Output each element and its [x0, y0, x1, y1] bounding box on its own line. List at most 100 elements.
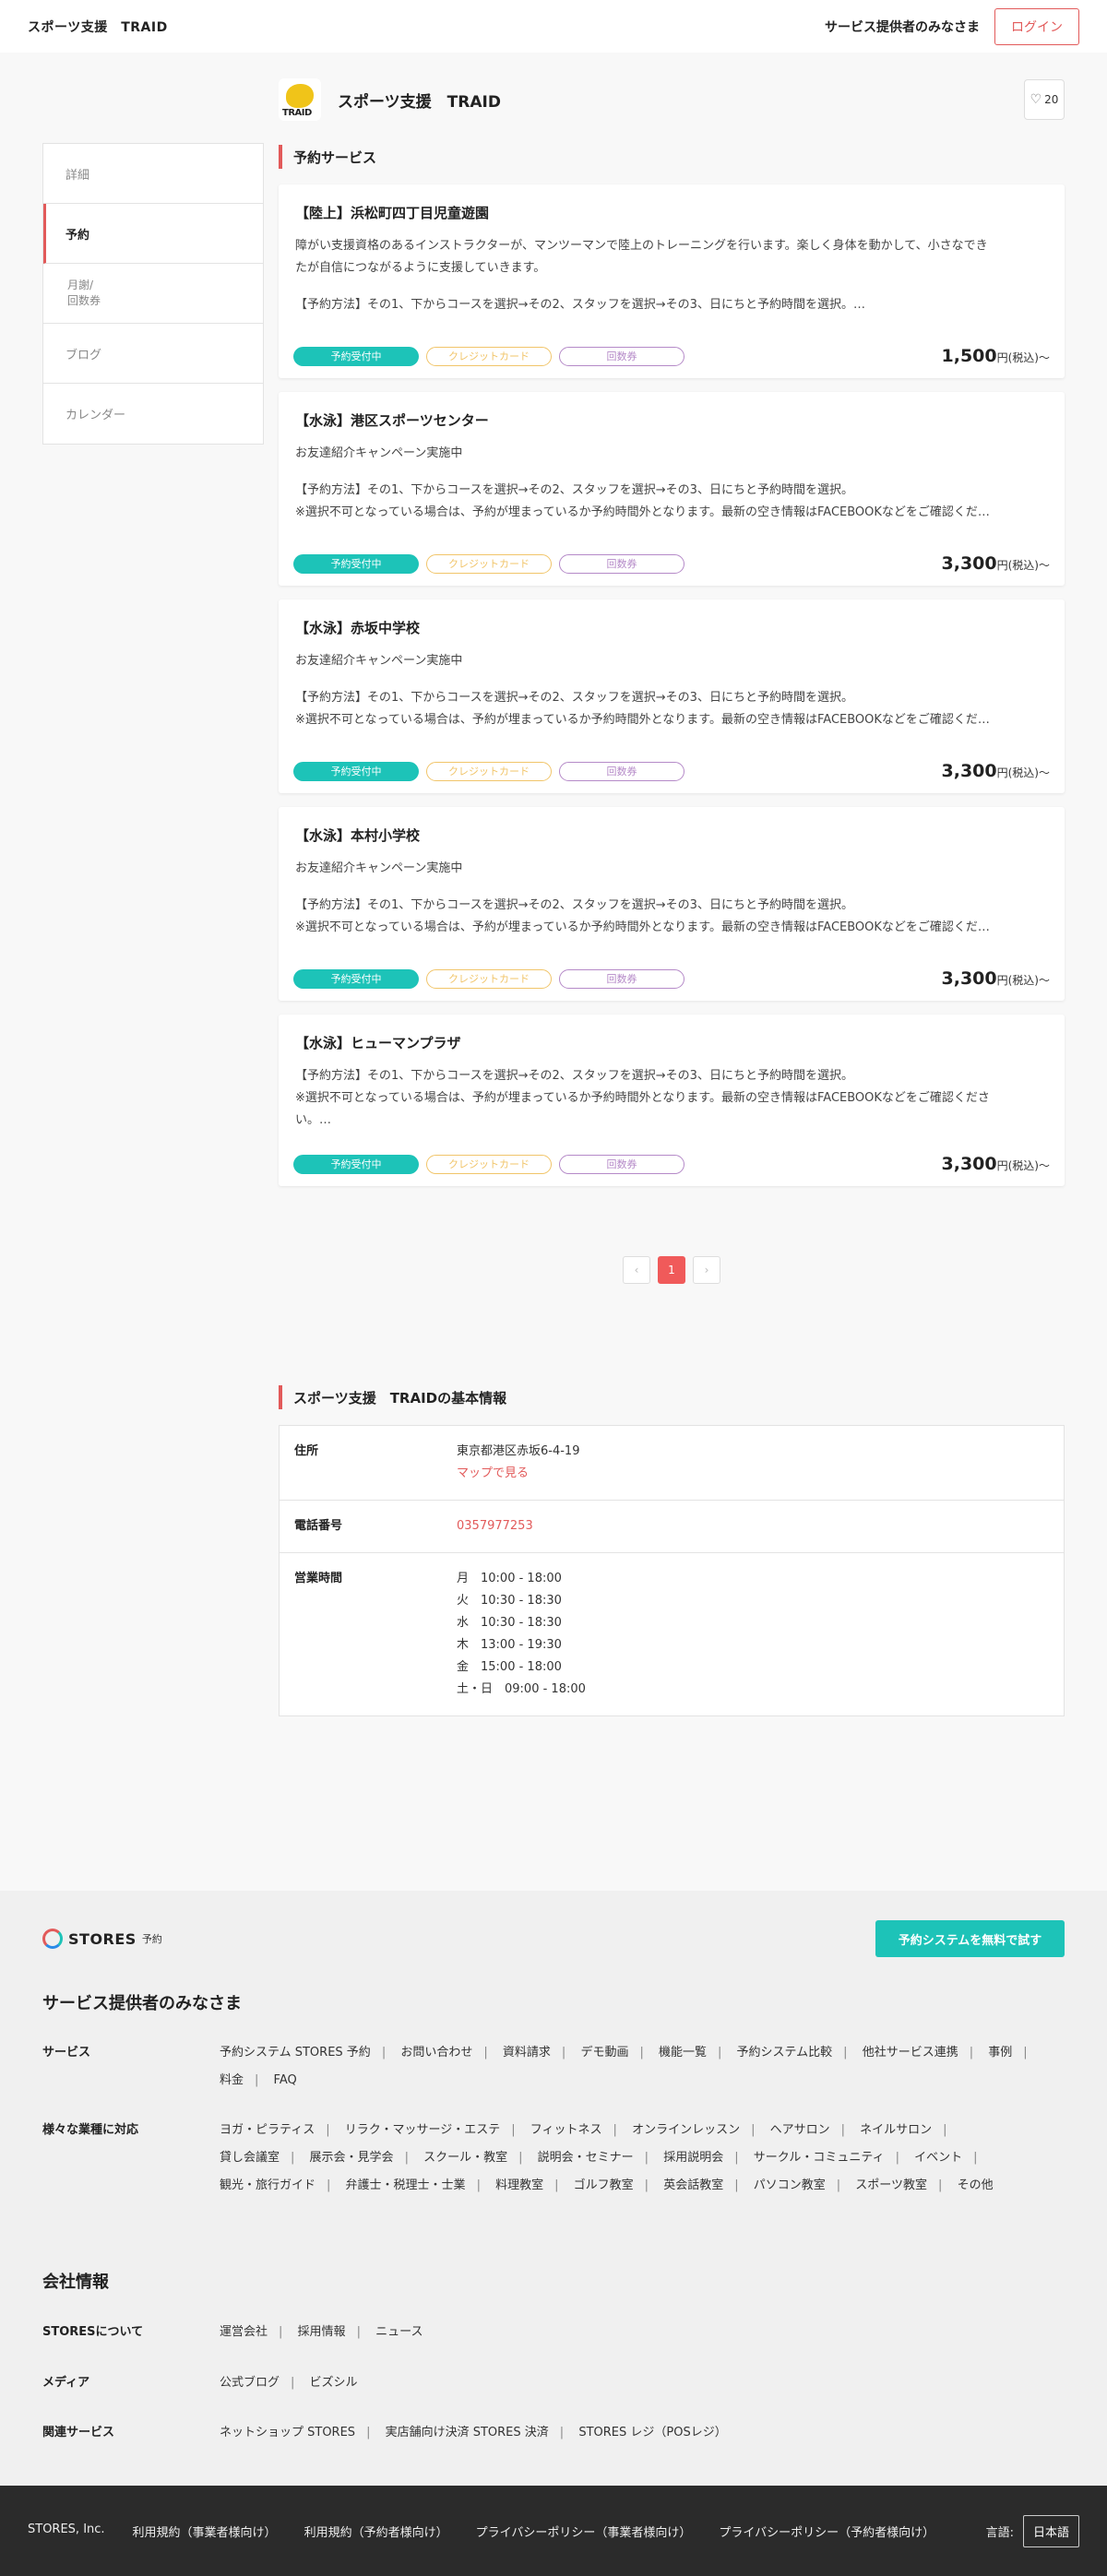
- footer-link[interactable]: 英会話教室: [663, 2178, 723, 2192]
- footer-link[interactable]: サークル・コミュニティ: [754, 2151, 885, 2165]
- service-card[interactable]: 【水泳】赤坂中学校 お友達紹介キャンペーン実施中 【予約方法】その1、下からコー…: [279, 599, 1065, 793]
- shop-logo: TRAID: [279, 78, 321, 121]
- tag-ticket: 回数券: [559, 553, 684, 574]
- stores-logo-icon: [42, 1929, 63, 1949]
- footer-link[interactable]: 展示会・見学会: [310, 2151, 394, 2165]
- current-page-button[interactable]: 1: [658, 1256, 685, 1284]
- next-page-button[interactable]: ›: [693, 1256, 720, 1284]
- footer-row-service: サービス 予約システム STORES 予約 | お問い合わせ | 資料請求 | デモ動…: [42, 2039, 1065, 2095]
- footer-link[interactable]: 実店舗向け決済 STORES 決済: [386, 2426, 549, 2439]
- header-right: サービス提供者のみなさま ログイン: [825, 7, 1079, 45]
- footer-link[interactable]: 採用情報: [298, 2325, 346, 2339]
- favorite-button[interactable]: ♡ 20: [1024, 79, 1065, 120]
- footer-link[interactable]: ゴルフ教室: [574, 2178, 634, 2192]
- side-nav: 詳細 予約 月謝/ 回数券 ブログ カレンダー: [42, 143, 264, 445]
- service-desc-line: 【予約方法】その1、下からコースを選択→その2、スタッフを選択→その3、日にちと…: [295, 691, 853, 705]
- footer-link[interactable]: スクール・教室: [423, 2151, 507, 2165]
- privacy-business-link[interactable]: プライバシーポリシー（事業者様向け）: [476, 2523, 692, 2540]
- price-value: 1,500: [941, 346, 997, 366]
- footer-link[interactable]: ヨガ・ピラティス: [220, 2123, 315, 2137]
- nav-item-blog[interactable]: ブログ: [43, 324, 263, 384]
- footer-link[interactable]: ビズシル: [310, 2376, 358, 2390]
- language-selector: 言語: 日本語: [986, 2514, 1079, 2547]
- info-value: 東京都港区赤坂6-4-19 マップで見る: [457, 1441, 1049, 1485]
- free-trial-button[interactable]: 予約システムを無料で試す: [875, 1920, 1065, 1957]
- footer-link[interactable]: フィットネス: [530, 2123, 602, 2137]
- footer-link[interactable]: パソコン教室: [754, 2178, 826, 2192]
- footer-link[interactable]: ヘアサロン: [770, 2123, 830, 2137]
- footer-link[interactable]: 資料請求: [503, 2046, 551, 2060]
- service-footer: 予約受付中 クレジットカード 回数券 1,500円(税込)〜: [293, 345, 1050, 367]
- service-price: 3,300円(税込)〜: [942, 553, 1050, 574]
- footer-links: 運営会社 | 採用情報 | ニュース: [220, 2325, 423, 2339]
- nav-item-reservation[interactable]: 予約: [43, 204, 263, 264]
- footer-logo-row: STORES 予約 予約システムを無料で試す: [42, 1920, 1065, 1957]
- heart-icon: ♡: [1030, 92, 1042, 107]
- footer-link[interactable]: 観光・旅行ガイド: [220, 2178, 315, 2192]
- company-link[interactable]: STORES, Inc.: [28, 2523, 105, 2540]
- footer-link[interactable]: FAQ: [274, 2073, 297, 2087]
- footer-link[interactable]: その他: [958, 2178, 994, 2192]
- privacy-customer-link[interactable]: プライバシーポリシー（予約者様向け）: [719, 2523, 934, 2540]
- footer-link[interactable]: 公式ブログ: [220, 2376, 280, 2390]
- service-price: 1,500円(税込)〜: [942, 346, 1050, 366]
- provider-link[interactable]: サービス提供者のみなさま: [825, 18, 980, 36]
- footer-link[interactable]: 料理教室: [495, 2178, 543, 2192]
- price-suffix: 円(税込)〜: [996, 559, 1050, 572]
- service-title: 【水泳】ヒューマンプラザ: [295, 1035, 461, 1051]
- terms-customer-link[interactable]: 利用規約（予約者様向け）: [304, 2523, 448, 2540]
- price-suffix: 円(税込)〜: [996, 351, 1050, 364]
- service-price: 3,300円(税込)〜: [942, 968, 1050, 989]
- footer-link[interactable]: 予約システム比較: [737, 2046, 833, 2060]
- service-desc-line: たが自信につながるように支援していきます。: [295, 261, 546, 275]
- service-desc-line: お友達紹介キャンペーン実施中: [295, 861, 463, 875]
- footer-link[interactable]: 事例: [988, 2046, 1012, 2060]
- footer-link[interactable]: 弁護士・税理士・士業: [346, 2178, 466, 2192]
- footer-link[interactable]: ネイルサロン: [860, 2123, 932, 2137]
- nav-item-calendar[interactable]: カレンダー: [43, 384, 263, 444]
- service-card[interactable]: 【陸上】浜松町四丁目児童遊園 障がい支援資格のあるインストラクターが、マンツーマ…: [279, 184, 1065, 378]
- phone-link[interactable]: 0357977253: [457, 1519, 533, 1533]
- shop-header: TRAID スポーツ支援 TRAID ♡ 20: [279, 74, 1065, 125]
- tag-credit-card: クレジットカード: [426, 1154, 552, 1174]
- footer-link[interactable]: 採用説明会: [663, 2151, 723, 2165]
- tag-ticket: 回数券: [559, 1154, 684, 1174]
- footer-link[interactable]: 説明会・セミナー: [538, 2151, 634, 2165]
- footer-link[interactable]: ネットショップ STORES: [220, 2426, 355, 2439]
- stores-logo[interactable]: STORES 予約: [42, 1929, 162, 1949]
- map-link[interactable]: マップで見る: [457, 1466, 529, 1480]
- footer-link[interactable]: 貸し会議室: [220, 2151, 280, 2165]
- footer-link[interactable]: スポーツ教室: [855, 2178, 927, 2192]
- footer-link[interactable]: リラク・マッサージ・エステ: [345, 2123, 500, 2137]
- footer-link[interactable]: イベント: [914, 2151, 962, 2165]
- nav-item-monthly-ticket[interactable]: 月謝/ 回数券: [43, 264, 263, 324]
- footer-link[interactable]: デモ動画: [580, 2046, 628, 2060]
- header-brand-link[interactable]: スポーツ支援 TRAID: [28, 18, 168, 36]
- footer-link[interactable]: 料金: [220, 2073, 244, 2087]
- footer: STORES 予約 予約システムを無料で試す サービス提供者のみなさま サービス…: [0, 1891, 1107, 2486]
- service-description: 【予約方法】その1、下からコースを選択→その2、スタッフを選択→その3、日にちと…: [293, 1065, 1050, 1132]
- info-row-hours: 営業時間 月 10:00 - 18:00 火 10:30 - 18:30 水 1…: [280, 1553, 1064, 1715]
- service-title: 【水泳】赤坂中学校: [295, 620, 421, 636]
- footer-row-label: 様々な業種に対応: [42, 2123, 139, 2137]
- footer-link[interactable]: お問い合わせ: [400, 2046, 472, 2060]
- footer-link[interactable]: STORES レジ（POSレジ）: [578, 2426, 726, 2439]
- footer-link[interactable]: 他社サービス連携: [863, 2046, 958, 2060]
- price-value: 3,300: [941, 968, 997, 989]
- footer-link[interactable]: ニュース: [375, 2325, 423, 2339]
- prev-page-button[interactable]: ‹: [623, 1256, 650, 1284]
- footer-row-related: 関連サービス ネットショップ STORES | 実店舗向け決済 STORES 決済…: [42, 2419, 1065, 2447]
- service-card[interactable]: 【水泳】ヒューマンプラザ 【予約方法】その1、下からコースを選択→その2、スタッ…: [279, 1015, 1065, 1186]
- language-select[interactable]: 日本語: [1022, 2514, 1079, 2547]
- nav-item-detail[interactable]: 詳細: [43, 144, 263, 204]
- service-card[interactable]: 【水泳】港区スポーツセンター お友達紹介キャンペーン実施中 【予約方法】その1、…: [279, 392, 1065, 586]
- terms-business-link[interactable]: 利用規約（事業者様向け）: [133, 2523, 277, 2540]
- service-card[interactable]: 【水泳】本村小学校 お友達紹介キャンペーン実施中 【予約方法】その1、下からコー…: [279, 807, 1065, 1001]
- footer-link[interactable]: 運営会社: [220, 2325, 268, 2339]
- login-button[interactable]: ログイン: [994, 7, 1079, 45]
- service-desc-gap: [295, 880, 1050, 895]
- footer-link[interactable]: 予約システム STORES 予約: [220, 2046, 371, 2060]
- footer-link[interactable]: 機能一覧: [659, 2046, 707, 2060]
- footer-link[interactable]: オンラインレッスン: [632, 2123, 740, 2137]
- price-value: 3,300: [941, 1154, 997, 1174]
